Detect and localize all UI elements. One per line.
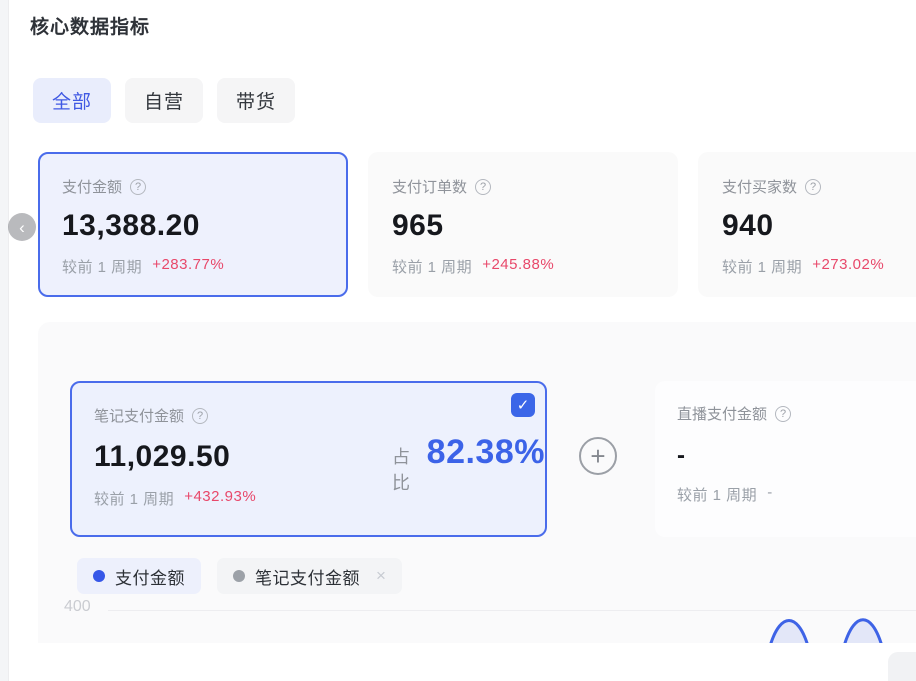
sub-card-live-payment[interactable]: 直播支付金额 ? - 较前 1 周期 - (655, 381, 916, 537)
checkbox-checked[interactable]: ✓ (511, 393, 535, 417)
close-icon[interactable]: × (376, 566, 386, 586)
metric-label: 支付买家数 (722, 176, 797, 197)
tab-all[interactable]: 全部 (33, 78, 111, 123)
metric-label-row: 支付金额 ? (62, 176, 346, 197)
compare-label: 较前 1 周期 (392, 256, 472, 277)
dashboard-screen: 核心数据指标 全部 自营 带货 ‹ 支付金额 ? 13,388.20 较前 1 … (0, 0, 916, 681)
tab-self-operated[interactable]: 自营 (125, 78, 203, 123)
help-icon[interactable]: ? (130, 179, 146, 195)
metric-label-row: 直播支付金额 ? (677, 403, 916, 424)
y-axis-tick-400: 400 (64, 598, 91, 616)
delta-value: +245.88% (482, 256, 554, 277)
metric-label-row: 笔记支付金额 ? (94, 405, 523, 426)
legend-chip-payment-amount[interactable]: 支付金额 (77, 558, 201, 594)
delta-value: +273.02% (812, 256, 884, 277)
ratio-label: 占比 (392, 443, 420, 495)
metric-compare-row: 较前 1 周期 - (677, 484, 916, 505)
chart-panel: ✓ 笔记支付金额 ? 11,029.50 占比 82.38% 较前 1 周期 +… (38, 322, 916, 643)
help-icon[interactable]: ? (475, 179, 491, 195)
metric-label-row: 支付买家数 ? (722, 176, 916, 197)
delta-value: +432.93% (184, 488, 256, 509)
legend-label: 笔记支付金额 (255, 564, 360, 589)
metric-card-order-count[interactable]: 支付订单数 ? 965 较前 1 周期 +245.88% (368, 152, 678, 297)
corner-scroll-widget[interactable] (888, 652, 916, 681)
chevron-left-icon: ‹ (19, 219, 25, 236)
legend-chip-note-payment-amount[interactable]: 笔记支付金额 × (217, 558, 402, 594)
add-metric-button[interactable]: + (579, 437, 617, 475)
metric-label: 支付金额 (62, 176, 122, 197)
carousel-prev-button[interactable]: ‹ (8, 213, 36, 241)
delta-value: +283.77% (152, 256, 224, 277)
help-icon[interactable]: ? (805, 179, 821, 195)
metric-compare-row: 较前 1 周期 +273.02% (722, 256, 916, 277)
gridline-400 (108, 610, 916, 611)
legend-dot-icon (93, 570, 105, 582)
sub-card-note-payment[interactable]: ✓ 笔记支付金额 ? 11,029.50 占比 82.38% 较前 1 周期 +… (70, 381, 547, 537)
payment-line-chart-peaks (765, 615, 916, 643)
compare-label: 较前 1 周期 (94, 488, 174, 509)
compare-label: 较前 1 周期 (722, 256, 802, 277)
help-icon[interactable]: ? (192, 408, 208, 424)
metric-value: 13,388.20 (62, 209, 346, 243)
metric-label: 直播支付金额 (677, 403, 767, 424)
check-icon: ✓ (517, 396, 530, 414)
page-left-gutter (0, 0, 9, 681)
metric-compare-row: 较前 1 周期 +283.77% (62, 256, 346, 277)
legend-dot-icon (233, 570, 245, 582)
ratio-group: 占比 82.38% (392, 433, 545, 495)
metric-label-row: 支付订单数 ? (392, 176, 678, 197)
metric-label: 支付订单数 (392, 176, 467, 197)
compare-label: 较前 1 周期 (677, 484, 757, 505)
page-title: 核心数据指标 (30, 12, 150, 39)
help-icon[interactable]: ? (775, 406, 791, 422)
metric-card-payment-amount[interactable]: 支付金额 ? 13,388.20 较前 1 周期 +283.77% (38, 152, 348, 297)
compare-label: 较前 1 周期 (62, 256, 142, 277)
tab-affiliate[interactable]: 带货 (217, 78, 295, 123)
metric-value: - (677, 442, 916, 470)
metric-label: 笔记支付金额 (94, 405, 184, 426)
delta-value: - (767, 484, 773, 505)
metric-value: 965 (392, 209, 678, 243)
metric-card-buyer-count[interactable]: 支付买家数 ? 940 较前 1 周期 +273.02% (698, 152, 916, 297)
scope-tabs: 全部 自营 带货 (33, 78, 295, 123)
metric-value: 940 (722, 209, 916, 243)
ratio-value: 82.38% (427, 433, 545, 472)
plus-icon: + (590, 443, 605, 469)
legend-label: 支付金额 (115, 564, 185, 589)
metric-compare-row: 较前 1 周期 +245.88% (392, 256, 678, 277)
